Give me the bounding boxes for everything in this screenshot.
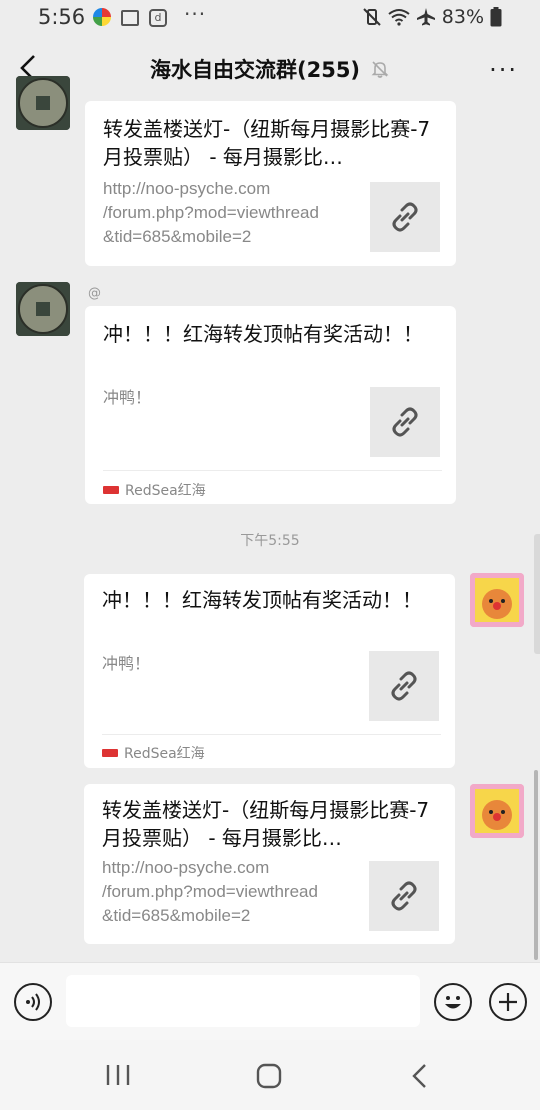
link-card-source: RedSea红海 xyxy=(103,480,206,500)
status-bar: 5:56 d ··· 83% xyxy=(0,0,540,36)
redsea-logo-icon xyxy=(102,749,118,757)
link-thumbnail xyxy=(370,182,440,252)
airplane-icon xyxy=(416,8,435,26)
link-card-url-line: &tid=685&mobile=2 xyxy=(102,906,251,925)
link-card-url-line: /forum.php?mod=viewthread xyxy=(103,203,319,222)
link-card-description: 冲鸭！ xyxy=(102,654,151,673)
recent-apps-icon[interactable] xyxy=(104,1062,132,1088)
link-card-url: http://noo-psyche.com /forum.php?mod=vie… xyxy=(103,177,363,249)
link-card-url-line: http://noo-psyche.com xyxy=(102,858,270,877)
link-thumbnail xyxy=(369,861,439,931)
emoji-icon[interactable] xyxy=(434,983,472,1021)
link-thumbnail xyxy=(369,651,439,721)
link-card-title: 转发盖楼送灯-（纽斯每月摄影比赛-7月投票贴） - 每月摄影比… xyxy=(102,798,430,850)
app-d-notification-icon: d xyxy=(149,9,167,27)
chat-more-button[interactable]: ··· xyxy=(489,56,518,84)
sender-avatar[interactable] xyxy=(16,76,70,130)
chat-header: 海水自由交流群(255) ··· xyxy=(0,36,540,102)
anpanman-avatar-image xyxy=(470,573,524,627)
nav-back-icon[interactable] xyxy=(408,1062,432,1090)
link-card-url-line: http://noo-psyche.com xyxy=(103,179,271,198)
battery-percent: 83% xyxy=(441,6,484,28)
sender-avatar[interactable] xyxy=(16,282,70,336)
message-timestamp: 下午5:55 xyxy=(240,533,300,549)
anpanman-avatar-image xyxy=(470,784,524,838)
link-card-divider xyxy=(102,734,441,735)
link-thumbnail xyxy=(370,387,440,457)
link-card[interactable]: 冲！！！红海转发顶帖有奖活动！！ 冲鸭！ RedSea红海 xyxy=(84,574,455,768)
link-card-divider xyxy=(103,470,442,471)
system-nav-bar xyxy=(0,1040,540,1110)
sender-name: @ xyxy=(88,286,101,301)
link-card[interactable]: 冲！！！红海转发顶帖有奖活动！！ 冲鸭！ RedSea红海 xyxy=(85,306,456,504)
link-card-title: 转发盖楼送灯-（纽斯每月摄影比赛-7月投票贴） - 每月摄影比… xyxy=(103,117,431,169)
coin-avatar-image xyxy=(16,282,70,336)
coin-avatar-image xyxy=(16,76,70,130)
link-card-title: 冲！！！红海转发顶帖有奖活动！！ xyxy=(102,588,422,612)
status-right: 83% xyxy=(362,6,502,28)
my-avatar[interactable] xyxy=(470,784,524,838)
chat-title: 海水自由交流群(255) xyxy=(150,58,361,82)
chat-scrollbar[interactable] xyxy=(534,770,538,960)
bell-off-icon xyxy=(371,61,389,78)
status-time: 5:56 xyxy=(38,5,86,29)
my-avatar[interactable] xyxy=(470,573,524,627)
link-card-source-name: RedSea红海 xyxy=(125,483,206,499)
link-card-title: 冲！！！红海转发顶帖有奖活动！！ xyxy=(103,322,423,346)
redsea-logo-icon xyxy=(103,486,119,494)
link-card-url: http://noo-psyche.com /forum.php?mod=vie… xyxy=(102,856,362,928)
plus-icon[interactable] xyxy=(489,983,527,1021)
home-icon[interactable] xyxy=(255,1062,283,1090)
link-icon xyxy=(391,671,417,701)
app-notification-icon xyxy=(93,8,111,26)
status-more-icon: ··· xyxy=(184,2,207,26)
message-input[interactable] xyxy=(66,975,420,1027)
chat-title-group: 海水自由交流群(255) xyxy=(150,54,390,84)
link-card-source-name: RedSea红海 xyxy=(124,746,205,762)
link-icon xyxy=(392,202,418,232)
edge-panel-handle[interactable] xyxy=(534,534,540,654)
link-card[interactable]: 转发盖楼送灯-（纽斯每月摄影比赛-7月投票贴） - 每月摄影比… http://… xyxy=(85,101,456,266)
battery-icon xyxy=(490,7,502,27)
voice-icon[interactable] xyxy=(14,983,52,1021)
wifi-icon xyxy=(388,9,410,26)
input-bar xyxy=(0,962,540,1041)
link-icon xyxy=(392,407,418,437)
vibrate-mute-icon xyxy=(363,8,381,26)
link-card-url-line: &tid=685&mobile=2 xyxy=(103,227,252,246)
link-card-url-line: /forum.php?mod=viewthread xyxy=(102,882,318,901)
link-card-description: 冲鸭！ xyxy=(103,388,152,407)
link-card[interactable]: 转发盖楼送灯-（纽斯每月摄影比赛-7月投票贴） - 每月摄影比… http://… xyxy=(84,784,455,944)
gallery-notification-icon xyxy=(121,10,139,26)
link-icon xyxy=(391,881,417,911)
link-card-source: RedSea红海 xyxy=(102,743,205,763)
